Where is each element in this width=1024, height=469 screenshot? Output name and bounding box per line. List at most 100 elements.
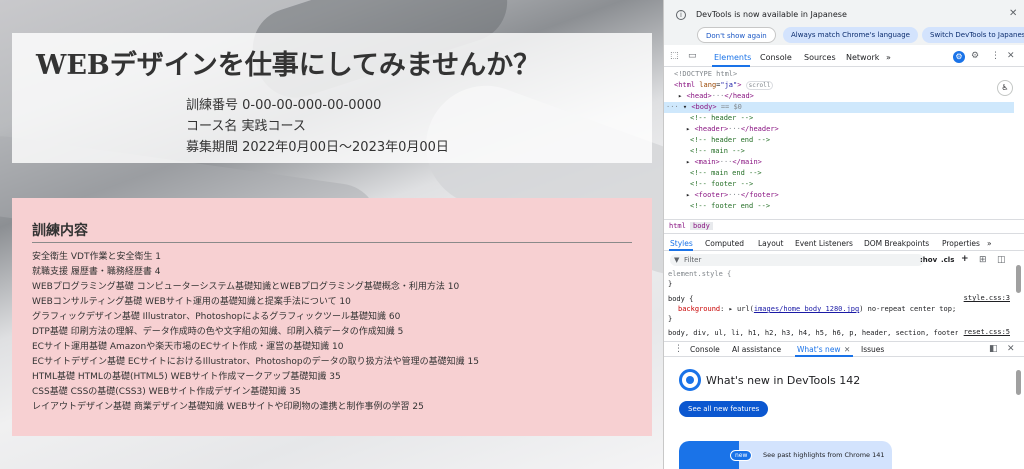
dom-doctype[interactable]: <!DOCTYPE html> <box>674 69 737 80</box>
close-icon[interactable]: ✕ <box>1007 51 1015 61</box>
switch-language-button[interactable]: Switch DevTools to Japanese <box>922 27 1024 43</box>
highlights-card[interactable]: new See past highlights from Chrome 141 <box>679 441 892 469</box>
sidebar-toggle-icon[interactable]: ◫ <box>997 255 1006 265</box>
css-selector[interactable]: body { <box>668 294 693 304</box>
dom-footer-node[interactable]: ▸ <footer>···</footer> <box>686 190 779 201</box>
tab-sources[interactable]: Sources <box>804 53 836 62</box>
dom-main-node[interactable]: ▸ <main>···</main> <box>686 157 762 168</box>
dom-comment[interactable]: <!-- footer --> <box>690 179 753 190</box>
filter-input[interactable]: Filter <box>670 254 924 266</box>
tab-event-listeners[interactable]: Event Listeners <box>795 239 853 248</box>
recruitment-period: 募集期間 2022年0月00日〜2023年0月00日 <box>186 140 449 155</box>
active-tab-indicator <box>669 249 693 251</box>
devtools-panel: i DevTools is now available in Japanese … <box>663 0 1024 469</box>
hero-panel: WEBデザインを仕事にしてみませんか？ 訓練番号 0-00-00-000-00-… <box>12 33 652 163</box>
dock-icon[interactable]: ◧ <box>989 344 998 354</box>
inspect-element-icon[interactable]: ⬚ <box>670 51 679 61</box>
selected-node-marker: == $0 <box>720 103 742 111</box>
more-options-icon[interactable]: ⋮ <box>674 344 683 354</box>
scrollbar[interactable] <box>1016 370 1021 395</box>
scroll-badge[interactable]: scroll <box>745 81 774 90</box>
more-tabs-button[interactable]: » <box>987 239 992 248</box>
see-all-features-button[interactable]: See all new features <box>679 401 769 417</box>
close-icon[interactable]: ✕ <box>1007 344 1015 354</box>
drawer-tab-ai-assistance[interactable]: AI assistance <box>732 345 781 354</box>
css-url-link[interactable]: images/home body 1280.jpg <box>754 305 859 313</box>
new-rule-button[interactable]: + <box>961 254 969 264</box>
hover-state-toggle[interactable]: :hov <box>920 256 937 264</box>
dom-comment[interactable]: <!-- header end --> <box>690 135 770 146</box>
accessibility-tree-icon[interactable]: ♿ <box>997 80 1013 96</box>
new-badge: new <box>730 450 753 461</box>
tab-layout[interactable]: Layout <box>758 239 784 248</box>
list-item: WEBプログラミング基礎 コンピューターシステム基礎知識とWEBプログラミング基… <box>32 282 460 292</box>
more-options-icon[interactable]: ⋮ <box>991 51 1000 61</box>
dom-comment[interactable]: <!-- header --> <box>690 113 753 124</box>
training-list: 安全衛生 VDT作業と安全衛生 1 就職支援 履歴書・職務経歴書 4 WEBプロ… <box>32 250 479 415</box>
dom-ellipsis: ··· <box>666 103 679 111</box>
close-icon[interactable]: ✕ <box>844 345 850 354</box>
match-language-button[interactable]: Always match Chrome's language <box>783 27 918 43</box>
training-content-section: 訓練内容 安全衛生 VDT作業と安全衛生 1 就職支援 履歴書・職務経歴書 4 … <box>12 198 652 436</box>
tab-network[interactable]: Network <box>846 53 879 62</box>
course-name: コース名 実践コース <box>186 119 306 134</box>
dom-header-node[interactable]: ▸ <header>···</header> <box>686 124 779 135</box>
css-selector[interactable]: body, div, ul, li, h1, h2, h3, h4, h5, h… <box>668 328 958 338</box>
dom-ellipsis: ··· <box>728 125 741 133</box>
close-icon[interactable]: ✕ <box>1009 8 1017 19</box>
styles-filter-bar: Filter ▼ :hov .cls + ⊞ ◫ <box>664 252 1024 268</box>
dom-tag: <html <box>674 81 696 89</box>
dom-ellipsis: ··· <box>711 92 725 100</box>
drawer-tabbar: ⋮ Console AI assistance What's new ✕ Iss… <box>664 341 1024 357</box>
css-source-link[interactable]: reset.css:5 <box>964 328 1010 336</box>
tab-styles[interactable]: Styles <box>670 239 693 248</box>
breadcrumb: html body <box>664 219 1024 234</box>
dom-attr-name: lang <box>699 81 717 89</box>
drawer-tab-console[interactable]: Console <box>690 345 720 354</box>
scrollbar[interactable] <box>1016 265 1021 293</box>
drawer-tab-whats-new[interactable]: What's new <box>797 345 841 354</box>
device-toolbar-icon[interactable]: ▭ <box>688 51 697 61</box>
dom-tag: <body> <box>691 103 717 111</box>
tab-elements[interactable]: Elements <box>714 53 751 62</box>
dom-ellipsis: ··· <box>728 191 741 199</box>
dom-tag: <header> <box>694 125 729 133</box>
drawer-tab-issues[interactable]: Issues <box>861 345 884 354</box>
dom-html-node[interactable]: <html lang="ja"> scroll <box>674 80 774 91</box>
dom-comment[interactable]: <!-- main --> <box>690 146 745 157</box>
dont-show-again-button[interactable]: Don't show again <box>697 27 776 43</box>
css-brace: } <box>668 280 673 288</box>
breadcrumb-html[interactable]: html <box>669 222 686 230</box>
list-item: 就職支援 履歴書・職務経歴書 4 <box>32 267 161 277</box>
tab-computed[interactable]: Computed <box>705 239 744 248</box>
tab-dom-breakpoints[interactable]: DOM Breakpoints <box>864 239 929 248</box>
dom-tag: > <box>737 81 742 89</box>
more-tabs-button[interactable]: » <box>886 53 891 62</box>
dom-comment[interactable]: <!-- main end --> <box>690 168 762 179</box>
css-value: ) no-repeat center top; <box>859 305 957 313</box>
css-source-link[interactable]: style.css:3 <box>964 294 1010 302</box>
css-declaration[interactable]: background: ▸ url(images/home body 1280.… <box>678 304 956 314</box>
settings-gear-icon[interactable]: ⚙ <box>971 51 979 61</box>
dom-body-node-selected[interactable]: ··· ▾ <body> == $0 <box>664 102 1014 113</box>
computed-styles-icon[interactable]: ⊞ <box>979 255 987 265</box>
language-infobar: i DevTools is now available in Japanese … <box>664 0 1024 45</box>
dom-tag: <head> <box>686 92 712 100</box>
chrome-logo-icon <box>679 369 701 391</box>
devtools-toolbar: ⬚ ▭ Elements Console Sources Network » ⚙… <box>664 47 1024 67</box>
filter-icon: ▼ <box>674 256 680 264</box>
dom-tag: </header> <box>740 125 779 133</box>
css-selector[interactable]: element.style { <box>668 269 731 279</box>
dom-head-node[interactable]: ▸ <head>···</head> <box>678 91 754 102</box>
tab-console[interactable]: Console <box>760 53 792 62</box>
infobar-message: DevTools is now available in Japanese <box>696 10 847 19</box>
tab-properties[interactable]: Properties <box>942 239 980 248</box>
css-value: url( <box>737 305 754 313</box>
ai-assistance-icon[interactable]: ⚙ <box>953 51 965 63</box>
class-toggle[interactable]: .cls <box>941 256 954 264</box>
css-property: background <box>678 305 721 313</box>
whats-new-title: What's new in DevTools 142 <box>706 374 861 387</box>
dom-comment[interactable]: <!-- footer end --> <box>690 201 770 212</box>
css-brace: } <box>668 315 673 323</box>
breadcrumb-body[interactable]: body <box>690 222 713 230</box>
